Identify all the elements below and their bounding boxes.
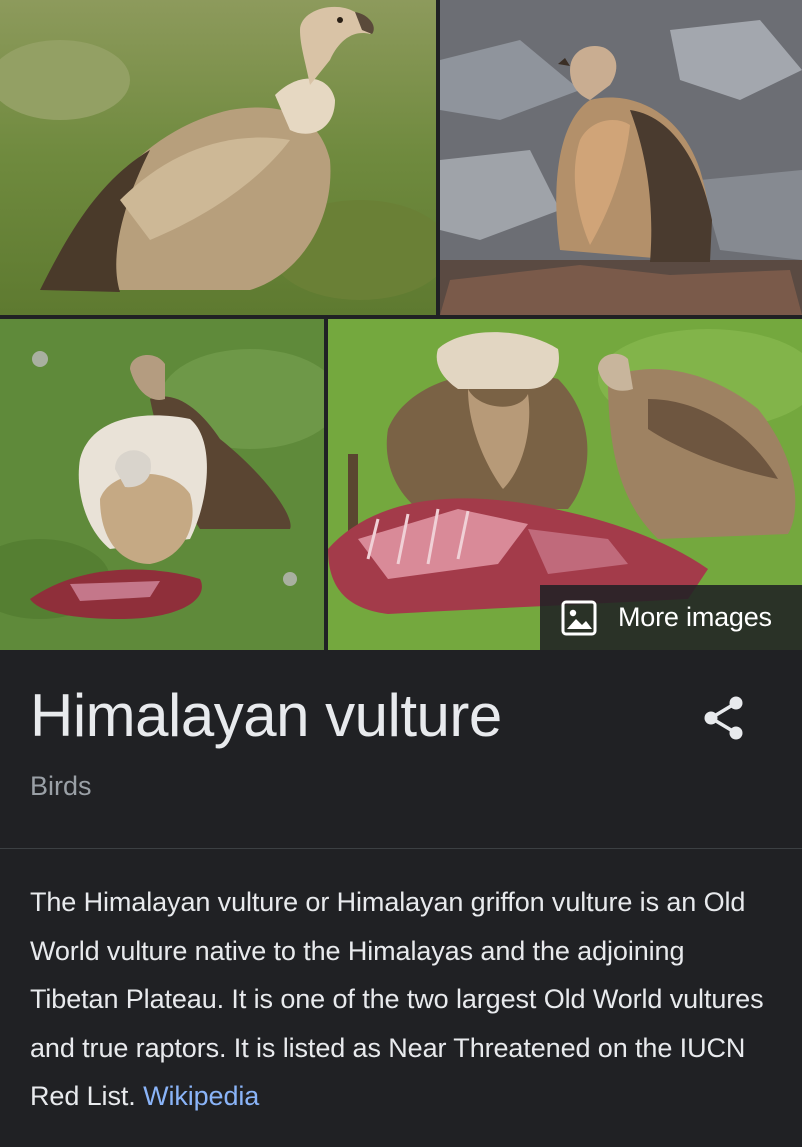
vulture-photo-1[interactable]	[0, 0, 436, 315]
vulture-photo-2[interactable]	[440, 0, 802, 315]
share-icon[interactable]	[702, 694, 746, 742]
page-title: Himalayan vulture	[30, 682, 502, 749]
more-images-label: More images	[618, 602, 772, 632]
divider	[0, 848, 802, 849]
description: The Himalayan vulture or Himalayan griff…	[30, 878, 770, 1121]
description-text: The Himalayan vulture or Himalayan griff…	[30, 887, 764, 1112]
image-gallery: More images	[0, 0, 802, 650]
subtitle: Birds	[30, 771, 92, 801]
more-images-button[interactable]: More images	[540, 585, 802, 650]
image-icon	[561, 600, 597, 635]
title-row: Himalayan vulture	[30, 676, 772, 756]
wikipedia-link[interactable]: Wikipedia	[143, 1081, 259, 1111]
vulture-photo-3[interactable]	[0, 319, 324, 650]
